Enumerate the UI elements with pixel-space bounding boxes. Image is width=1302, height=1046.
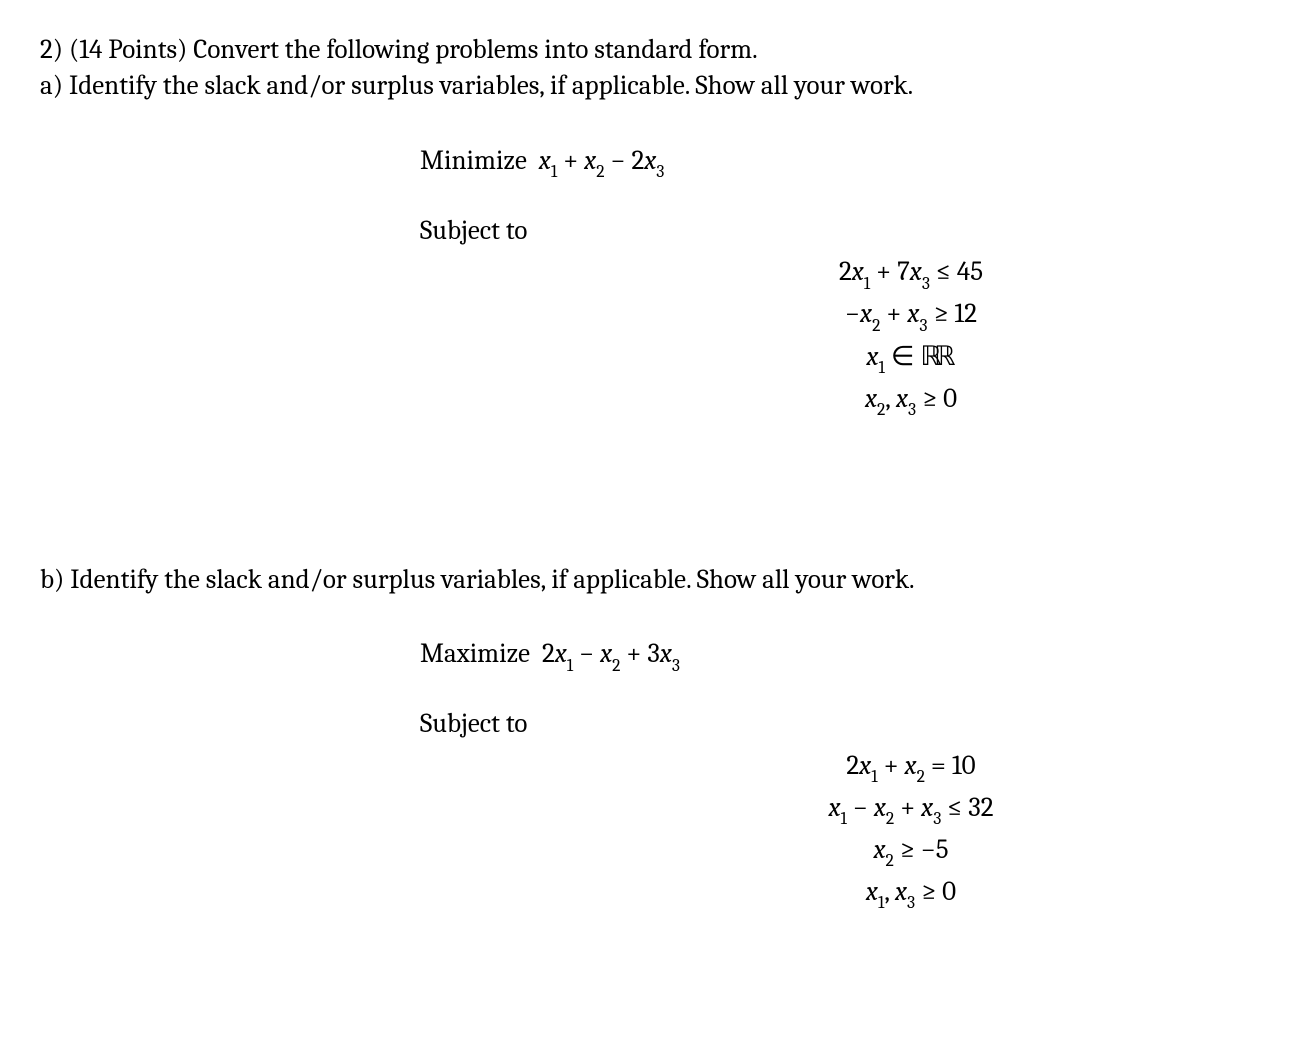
part-a-math: Minimize x1+x2−2x3 Subject to 2x1+7x3≤45… [420,143,1262,422]
part-a-intro: a) Identify the slack and/or surplus var… [40,68,1262,104]
constraint-a-2: −x2+x3≥12 [776,295,1046,337]
constraints-a: 2x1+7x3≤45 −x2+x3≥12 x1∈ℝℝ x2, x3≥0 [560,253,1262,421]
objective-label-a: Minimize [420,145,527,176]
constraint-a-3: x1∈ℝℝ [776,338,1046,380]
part-b-intro: b) Identify the slack and/or surplus var… [40,562,1262,598]
part-b-objective: Maximize 2x1−x2+3x3 [420,636,1262,676]
constraint-b-1: 2x1+x2=10 [776,747,1046,789]
constraints-b: 2x1+x2=10 x1−x2+x3≤32 x2≥−5 x1, x3≥0 [560,747,1262,915]
constraint-b-3: x2≥−5 [776,831,1046,873]
part-a-objective: Minimize x1+x2−2x3 [420,143,1262,183]
objective-label-b: Maximize [420,638,530,669]
question-header: 2) (14 Points) Convert the following pro… [40,32,1262,68]
constraint-a-4: x2, x3≥0 [776,380,1046,422]
part-b-math: Maximize 2x1−x2+3x3 Subject to 2x1+x2=10… [420,636,1262,915]
constraint-a-1: 2x1+7x3≤45 [776,253,1046,295]
subject-to-b: Subject to [420,706,1262,742]
constraint-b-2: x1−x2+x3≤32 [776,789,1046,831]
subject-to-a: Subject to [420,213,1262,249]
constraint-b-4: x1, x3≥0 [776,873,1046,915]
